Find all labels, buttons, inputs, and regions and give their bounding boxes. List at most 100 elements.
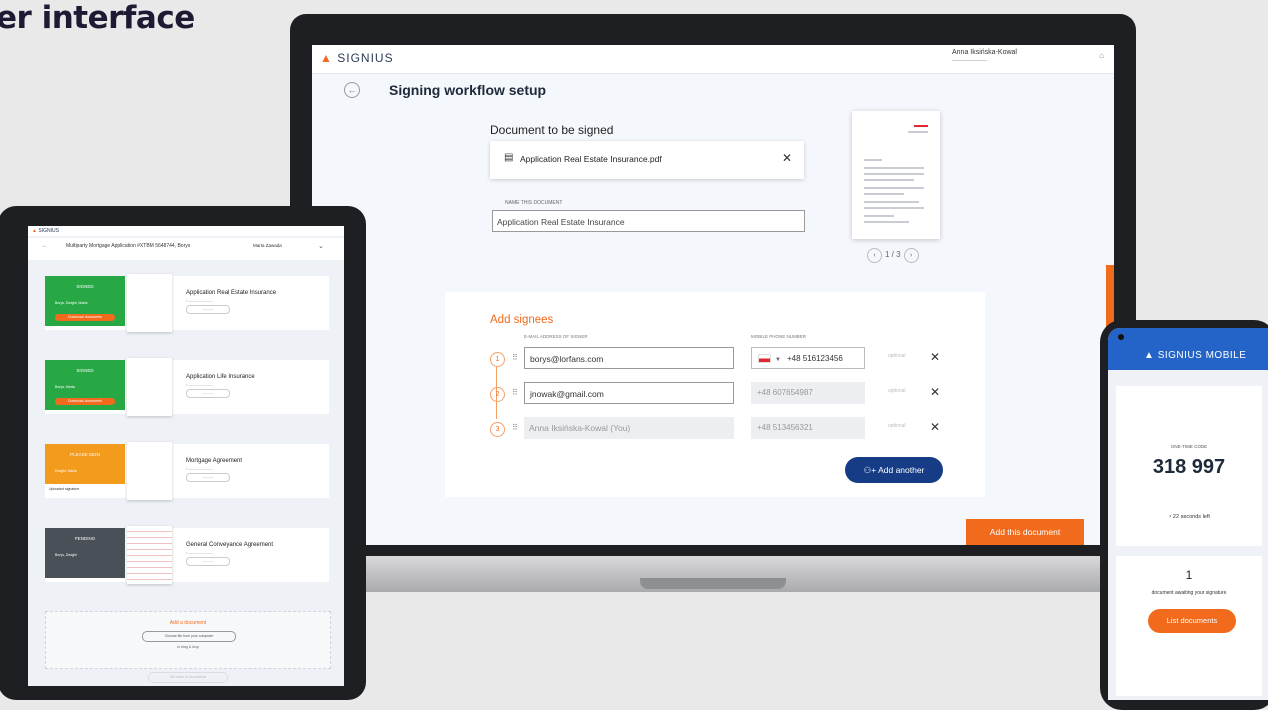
name-field-label: NAME THIS DOCUMENT [505,200,563,206]
preview-pager: ‹ 1 / 3 › [864,248,922,263]
status-text: PLEASE SIGN [70,452,100,457]
add-another-button[interactable]: ⚇+ Add another [845,457,943,483]
document-preview[interactable] [852,111,940,239]
signers-text: Borys, Dwight [55,553,77,557]
status-badge: PLEASE SIGN Dwight, Marta [45,444,125,484]
tablet-top-bar: ▲ SIGNIUS [28,226,344,236]
one-time-code: 318 997 [1152,456,1226,478]
signee-option: optional [888,423,906,429]
workflow-title: Multiparty Mortgage Application #XTBM 56… [66,243,191,249]
code-label: ONE-TIME CODE [1170,444,1208,449]
document-item[interactable]: PLEASE SIGN Dwight, Marta Uploaded signat… [45,442,329,500]
document-item[interactable]: SIGNED Borys, Dwight, Marta Download docum… [45,274,329,332]
remove-signee-icon[interactable]: ✕ [930,385,940,399]
signers-text: Dwight, Marta [55,469,77,473]
user-name[interactable]: Anna Iksińska-Kowal [952,49,1017,56]
signee-order[interactable]: 1 [490,352,505,367]
page-heading: er interface [0,0,195,36]
back-icon[interactable]: ← [42,243,48,249]
document-meta: ▪ ——————— [186,467,213,471]
signees-card: Add signees E-MAIL ADDRESS OF SIGNER MOB… [445,292,985,497]
prev-page-icon[interactable]: ‹ [867,248,882,263]
status-text: SIGNED [76,284,94,289]
file-icon: ▤ [504,152,514,163]
remove-signee-icon[interactable]: ✕ [930,350,940,364]
chevron-down-icon[interactable]: ▼ [775,357,781,363]
awaiting-text: document awaiting your signature [1151,590,1227,596]
document-name: Mortgage Agreement [186,458,243,464]
awaiting-count: 1 [1185,568,1193,582]
signee-email-input: Anna Iksińska-Kowal (You) [524,417,734,439]
drag-handle-icon[interactable]: ⠿ [512,353,518,362]
document-item[interactable]: SIGNED Borys, Marta Download documents App… [45,358,329,416]
status-badge: SIGNED Borys, Dwight, Marta Download docum… [45,276,125,326]
document-name-input[interactable]: Application Real Estate Insurance [492,210,805,232]
document-thumbnail [127,358,172,416]
download-button[interactable]: Download documents [55,398,115,405]
signers-text: Borys, Marta [55,385,75,389]
status-text: SIGNED [76,368,94,373]
list-documents-button[interactable]: List documents [1148,609,1236,633]
document-chip[interactable]: — — — [186,305,230,314]
signee-email-input[interactable]: borys@lorfans.com [524,347,734,369]
document-label: Document to be signed [490,123,614,137]
phone-column-header: MOBILE PHONE NUMBER [751,334,807,339]
back-icon[interactable]: ← [344,82,360,98]
phone-value: +48 516123456 [786,354,843,363]
awaiting-card: 1 document awaiting your signature List … [1116,556,1262,696]
tablet-screen: ▲ SIGNIUS ← Multiparty Mortgage Applicat… [28,226,344,686]
document-name: Application Real Estate Insurance [186,290,277,296]
add-document-dropzone[interactable]: Add a document Choose file from your com… [45,611,331,669]
top-bar: ▲ SIGNIUS Anna Iksińska-Kowal ——————— ⌂ [312,45,1114,74]
app-logo[interactable]: ▲ SIGNIUS [320,51,394,65]
document-chip[interactable]: — — — [186,557,230,566]
logo-text: SIGNIUS MOBILE [1157,350,1247,361]
email-column-header: E-MAIL ADDRESS OF SIGNER [524,334,588,339]
next-page-icon[interactable]: › [903,248,919,263]
document-chip[interactable]: — — — [186,473,230,482]
signee-row: 2 ⠿ jnowak@gmail.com +48 607654987 optio… [490,382,960,406]
signee-order[interactable]: 3 [490,422,505,437]
signee-option: optional [888,353,906,359]
status-badge: SIGNED Borys, Marta Download documents [45,360,125,410]
remove-file-icon[interactable]: ✕ [782,151,792,165]
drag-handle-icon[interactable]: ⠿ [512,423,518,432]
phone-screen: ▲ SIGNIUS MOBILE ONE-TIME CODE 318 997 ◔… [1108,328,1268,700]
document-name: General Conveyance Agreement [186,542,274,548]
camera-dot [1118,334,1124,340]
add-document-button[interactable]: Add this document [966,519,1084,545]
one-time-code-card: ONE-TIME CODE 318 997 ◔ 22 seconds left [1116,386,1262,546]
signee-phone-input[interactable]: ▼ +48 516123456 [751,347,865,369]
logout-icon[interactable]: ⌂ [1099,51,1104,60]
document-thumbnail [127,442,172,500]
signee-phone-input[interactable]: +48 513456321 [751,417,865,439]
drag-handle-icon[interactable]: ⠿ [512,388,518,397]
signee-email-input[interactable]: jnowak@gmail.com [524,382,734,404]
status-badge: PENDING Borys, Dwight [45,528,125,578]
signee-order[interactable]: 2 [490,387,505,402]
document-chip[interactable]: — — — [186,389,230,398]
signius-logo-icon: ▲ [1144,350,1155,361]
uploaded-note: Uploaded signature [49,487,80,491]
status-text: PENDING [74,536,96,541]
countdown: ◔ 22 seconds left [1116,514,1262,520]
logo-text: SIGNIUS [337,51,394,65]
file-card: ▤ Application Real Estate Insurance.pdf … [490,141,804,179]
drag-drop-text: or drag & drop [176,645,200,649]
download-button[interactable]: Download documents [55,314,115,321]
signee-row: 1 ⠿ borys@lorfans.com ▼ +48 516123456 opt… [490,347,960,371]
signee-phone-input[interactable]: +48 607654987 [751,382,865,404]
set-order-button[interactable]: Set order of documents [148,672,228,683]
flag-icon[interactable] [758,354,771,364]
document-name: Application Life Insurance [186,374,255,380]
document-item[interactable]: PENDING Borys, Dwight General Conveyance … [45,526,329,584]
signius-logo-icon: ▲ [320,51,333,65]
user-subline: ——————— [952,58,987,64]
logo-text: SIGNIUS [38,228,59,234]
chevron-down-icon[interactable]: ⌄ [318,242,324,250]
signers-text: Borys, Dwight, Marta [55,301,88,305]
choose-file-button[interactable]: Choose file from your computer [142,631,236,642]
remove-signee-icon[interactable]: ✕ [930,420,940,434]
laptop-screen: ▲ SIGNIUS Anna Iksińska-Kowal ——————— ⌂ … [312,45,1114,545]
document-thumbnail [127,274,172,332]
